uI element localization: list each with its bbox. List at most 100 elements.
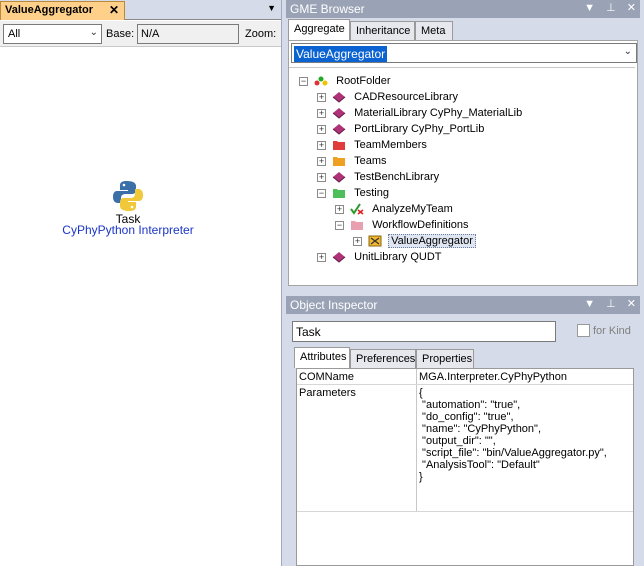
pin-icon[interactable]: ⊥ — [606, 2, 616, 14]
gme-browser-title: GME Browser — [290, 2, 365, 16]
tree-item[interactable]: + CADResourceLibrary — [317, 91, 460, 107]
task-node-type: CyPhyPython Interpreter — [62, 223, 194, 237]
tree-item[interactable]: − RootFolder — [299, 75, 393, 91]
close-icon[interactable]: ✕ — [627, 298, 636, 310]
parameter-line: "automation": "true", — [419, 399, 521, 411]
expand-icon[interactable]: + — [317, 124, 326, 134]
expand-icon[interactable]: + — [317, 252, 326, 262]
project-tree[interactable]: − RootFolder + CADResourceLibrary + Mate… — [289, 67, 635, 285]
tab-inheritance[interactable]: Inheritance — [350, 21, 415, 40]
model-editor: ValueAggregator ✕ ▼ All ⌄ Base: N/A Zoom… — [0, 0, 281, 566]
editor-tab-label: ValueAggregator — [5, 4, 94, 16]
tab-aggregate[interactable]: Aggregate — [288, 19, 350, 40]
tree-item[interactable]: + TestBenchLibrary — [317, 171, 441, 187]
chevron-down-icon: ⌄ — [623, 46, 632, 57]
parameters-value[interactable]: { "automation": "true", "do_config": "tr… — [419, 385, 607, 483]
browser-combo-value: ValueAggregator — [294, 46, 388, 62]
attribute-row-parameters[interactable]: Parameters { "automation": "true", "do_c… — [297, 385, 633, 512]
expand-icon[interactable]: + — [317, 140, 326, 150]
parameter-line: "output_dir": "", — [419, 435, 496, 447]
inspector-tabs: Attributes Preferences Properties — [292, 346, 638, 368]
tree-item-label: WorkflowDefinitions — [372, 219, 469, 232]
for-kind-checkbox[interactable] — [577, 324, 590, 337]
object-inspector-title: Object Inspector — [290, 298, 378, 312]
aspect-select-value: All — [8, 28, 21, 40]
tree-item-label: CADResourceLibrary — [354, 91, 459, 104]
tab-preferences[interactable]: Preferences — [350, 349, 416, 368]
python-logo-icon[interactable] — [110, 178, 146, 214]
workflow-model-icon — [368, 235, 382, 247]
tree-item[interactable]: + TeamMembers — [317, 139, 429, 155]
parameter-line: "AnalysisTool": "Default" — [419, 459, 540, 471]
object-inspector-panel: Object Inspector ▼ ⊥ ✕ Task for Kind Att… — [286, 296, 644, 566]
parameter-line: "script_file": "bin/ValueAggregator.py", — [419, 447, 607, 459]
expand-icon[interactable]: + — [335, 204, 344, 214]
expand-icon[interactable]: + — [353, 236, 362, 246]
parameter-line: "name": "CyPhyPython", — [419, 423, 542, 435]
tree-item-label: RootFolder — [336, 75, 391, 88]
library-icon — [332, 252, 346, 263]
tree-item-label: TestBenchLibrary — [354, 171, 440, 184]
base-field: N/A — [137, 24, 239, 44]
zoom-label: Zoom: — [245, 28, 277, 40]
browser-body: ValueAggregator ⌄ − RootFolder + CADReso… — [288, 40, 638, 286]
parameter-line: "do_config": "true", — [419, 411, 514, 423]
pink-folder-icon — [351, 221, 364, 231]
tree-item-selected[interactable]: + ValueAggregator — [353, 234, 476, 251]
editor-tab-strip: ValueAggregator ✕ ▼ — [0, 0, 281, 20]
expand-icon[interactable]: + — [317, 108, 326, 118]
tree-item-label: Testing — [354, 187, 389, 200]
object-name-field[interactable]: Task — [292, 321, 556, 342]
tree-item-label: AnalyzeMyTeam — [372, 203, 453, 216]
red-folder-icon — [333, 141, 346, 151]
check-model-icon — [350, 203, 364, 215]
editor-tab-valueaggregator[interactable]: ValueAggregator ✕ — [0, 1, 125, 20]
aspect-select[interactable]: All ⌄ — [3, 24, 102, 44]
tab-menu-arrow-icon[interactable]: ▼ — [267, 3, 276, 13]
tree-item[interactable]: − Testing — [317, 187, 391, 203]
tab-meta[interactable]: Meta — [415, 21, 453, 40]
tree-item-label: MaterialLibrary CyPhy_MaterialLib — [354, 107, 523, 120]
orange-folder-icon — [333, 157, 346, 167]
library-icon — [332, 172, 346, 183]
tree-item[interactable]: − WorkflowDefinitions — [335, 219, 471, 235]
base-label: Base: — [106, 28, 135, 40]
pane-splitter[interactable] — [281, 0, 285, 566]
pin-icon[interactable]: ⊥ — [606, 298, 616, 310]
attribute-value[interactable]: MGA.Interpreter.CyPhyPython — [419, 369, 567, 383]
tree-item[interactable]: + PortLibrary CyPhy_PortLib — [317, 123, 486, 139]
collapse-icon[interactable]: − — [299, 76, 308, 86]
attribute-key: COMName — [297, 369, 417, 384]
tree-item[interactable]: + MaterialLibrary CyPhy_MaterialLib — [317, 107, 524, 123]
tree-item-label: PortLibrary CyPhy_PortLib — [354, 123, 485, 136]
gme-browser-title-bar: GME Browser ▼ ⊥ ✕ — [286, 0, 640, 18]
object-inspector-title-bar: Object Inspector ▼ ⊥ ✕ — [286, 296, 640, 314]
collapse-icon[interactable]: − — [317, 188, 326, 198]
attributes-grid: COMName MGA.Interpreter.CyPhyPython Para… — [296, 368, 634, 566]
close-icon[interactable]: ✕ — [109, 3, 119, 17]
close-icon[interactable]: ✕ — [627, 2, 636, 14]
panel-menu-icon[interactable]: ▼ — [584, 2, 595, 14]
root-folder-icon — [314, 76, 328, 86]
attribute-key: Parameters — [297, 385, 417, 511]
panel-menu-icon[interactable]: ▼ — [584, 298, 595, 310]
chevron-down-icon: ⌄ — [89, 27, 98, 38]
library-icon — [332, 92, 346, 103]
browser-filter-combo[interactable]: ValueAggregator ⌄ — [291, 43, 637, 63]
gme-browser-panel: GME Browser ▼ ⊥ ✕ Aggregate Inheritance … — [286, 0, 644, 288]
tree-item-label: TeamMembers — [354, 139, 427, 152]
tab-attributes[interactable]: Attributes — [294, 347, 350, 368]
expand-icon[interactable]: + — [317, 92, 326, 102]
tab-properties[interactable]: Properties — [416, 349, 474, 368]
tree-item[interactable]: + UnitLibrary QUDT — [317, 251, 444, 267]
attribute-row-comname[interactable]: COMName MGA.Interpreter.CyPhyPython — [297, 369, 633, 385]
expand-icon[interactable]: + — [317, 156, 326, 166]
tree-item-label: UnitLibrary QUDT — [354, 251, 442, 264]
tree-item[interactable]: + AnalyzeMyTeam — [335, 203, 455, 219]
tree-item[interactable]: + Teams — [317, 155, 389, 171]
model-canvas[interactable]: Task CyPhyPython Interpreter — [0, 48, 281, 566]
collapse-icon[interactable]: − — [335, 220, 344, 230]
parameter-line: } — [419, 471, 423, 483]
editor-filter-bar: All ⌄ Base: N/A Zoom: — [0, 21, 281, 47]
expand-icon[interactable]: + — [317, 172, 326, 182]
